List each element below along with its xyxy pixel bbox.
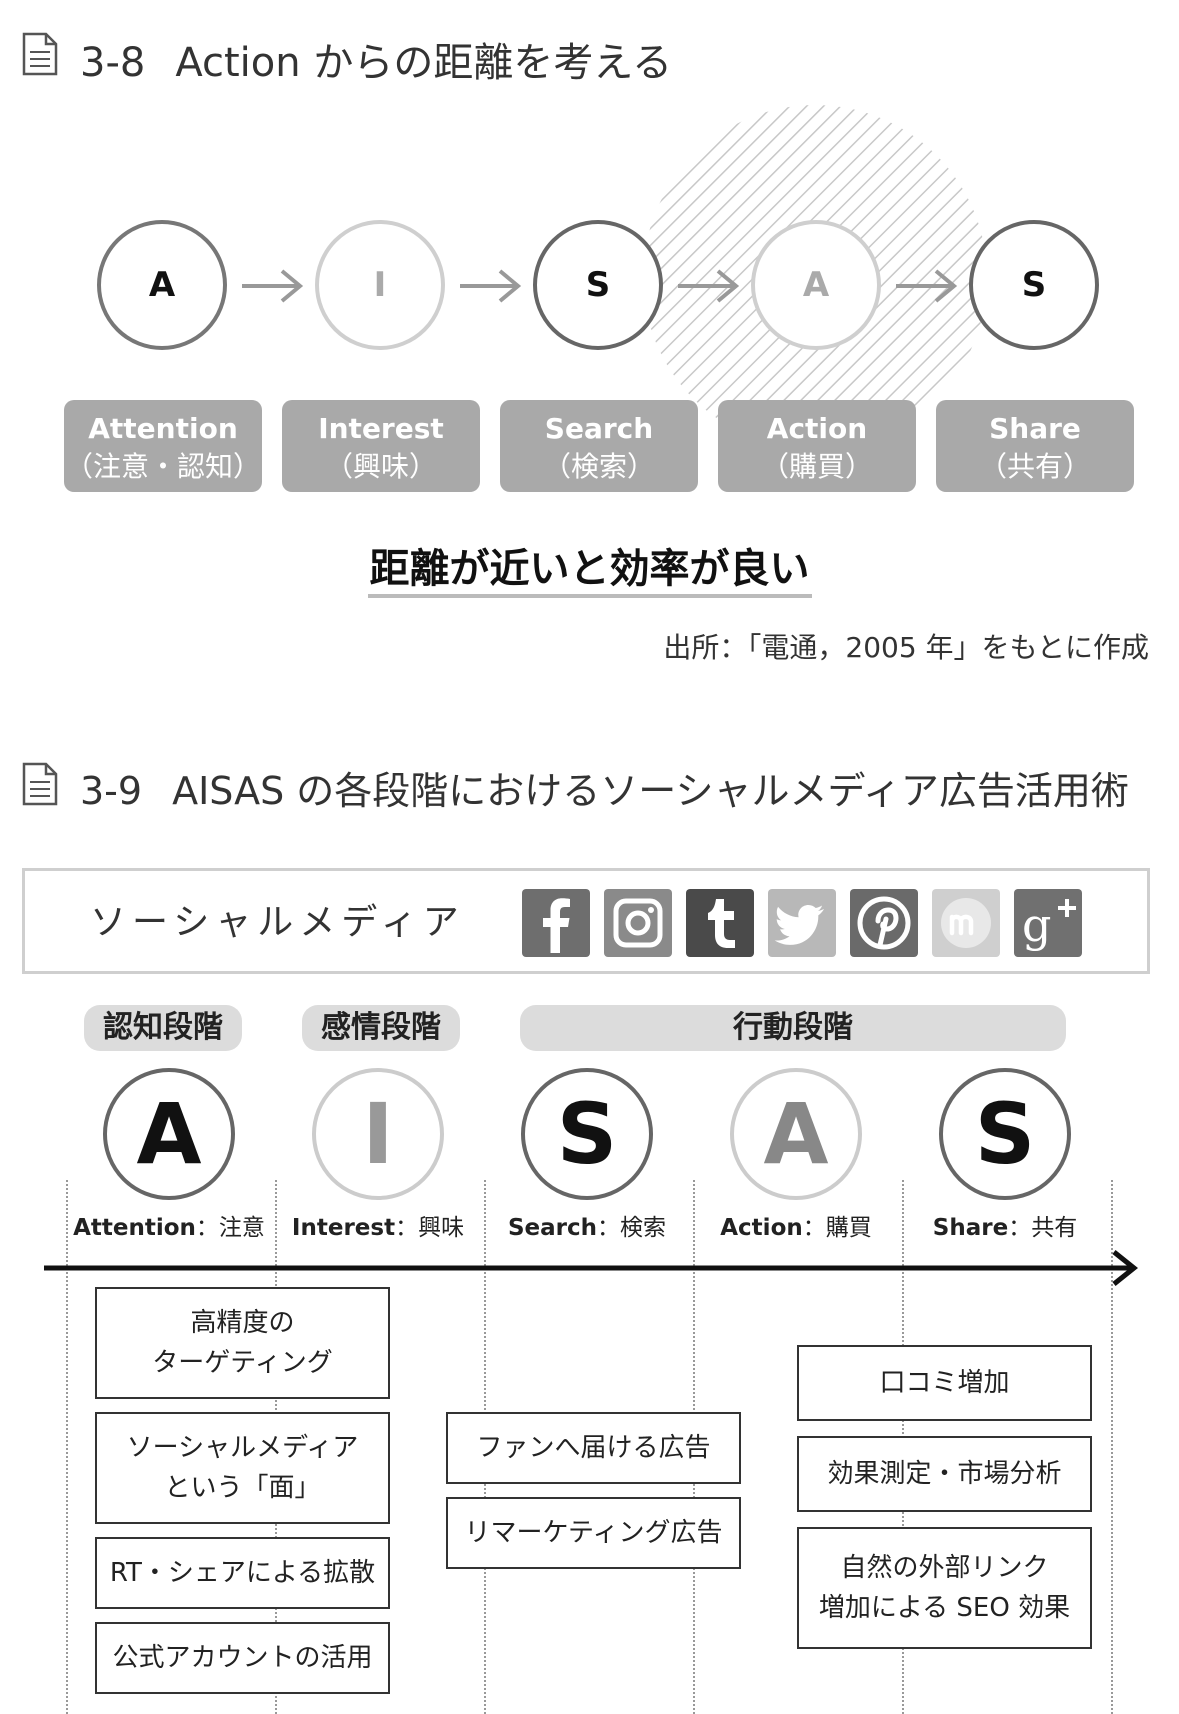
aisas-label-action: Action：購買 bbox=[720, 1215, 872, 1241]
tactic-box-left: 公式アカウントの活用 bbox=[95, 1622, 390, 1694]
tactic-box-right: 自然の外部リンク 増加による SEO 効果 bbox=[797, 1527, 1092, 1649]
arrow-right-icon bbox=[242, 269, 304, 303]
step-circle-interest: I bbox=[315, 220, 445, 350]
aisas-label-search: Search：検索 bbox=[507, 1215, 667, 1241]
mixi-icon bbox=[932, 889, 1000, 957]
aisas-circle-action: A bbox=[730, 1068, 862, 1200]
tactic-box-right: 口コミ増加 bbox=[797, 1345, 1092, 1421]
step-label-interest: Interest （興味） bbox=[282, 400, 480, 492]
aisas-label-attention: Attention：注意 bbox=[73, 1215, 265, 1241]
document-icon bbox=[22, 32, 58, 76]
figure-number: 3-9 bbox=[80, 769, 143, 813]
tactic-box-mid: リマーケティング広告 bbox=[446, 1497, 741, 1569]
figure-title-text: AISAS の各段階におけるソーシャルメディア広告活用術 bbox=[172, 769, 1129, 813]
arrow-right-icon bbox=[896, 269, 958, 303]
step-circle-action: A bbox=[751, 220, 881, 350]
step-label-action: Action （購買） bbox=[718, 400, 916, 492]
pinterest-icon bbox=[850, 889, 918, 957]
aisas-circle-interest: I bbox=[312, 1068, 444, 1200]
tactic-box-left: RT・シェアによる拡散 bbox=[95, 1537, 390, 1609]
step-circle-share: S bbox=[969, 220, 1099, 350]
instagram-icon bbox=[604, 889, 672, 957]
tactic-box-left: ソーシャルメディア という「面」 bbox=[95, 1412, 390, 1524]
tactic-box-mid: ファンへ届ける広告 bbox=[446, 1412, 741, 1484]
timeline-arrow bbox=[44, 1250, 1139, 1286]
figure-title-text: Action からの距離を考える bbox=[175, 40, 673, 86]
figure-3-8-title: 3-8 Action からの距離を考える bbox=[80, 30, 672, 88]
facebook-icon bbox=[522, 889, 590, 957]
stage-emotion: 感情段階 bbox=[302, 1005, 460, 1051]
source-note: 出所：「電通，2005 年」をもとに作成 bbox=[663, 631, 1149, 664]
aisas-label-interest: Interest：興味 bbox=[291, 1215, 465, 1241]
tumblr-icon bbox=[686, 889, 754, 957]
social-media-box: ソーシャルメディア g bbox=[22, 868, 1150, 974]
figure-number: 3-8 bbox=[80, 40, 146, 86]
step-label-search: Search （検索） bbox=[500, 400, 698, 492]
aisas-circle-attention: A bbox=[103, 1068, 235, 1200]
step-circle-search: S bbox=[533, 220, 663, 350]
aisas-circle-search: S bbox=[521, 1068, 653, 1200]
figure-3-9-title: 3-9 AISAS の各段階におけるソーシャルメディア広告活用術 bbox=[80, 760, 1129, 815]
stage-recognition: 認知段階 bbox=[84, 1005, 242, 1051]
aisas-label-share: Share：共有 bbox=[932, 1215, 1078, 1241]
stage-action: 行動段階 bbox=[520, 1005, 1066, 1051]
svg-text:g: g bbox=[1022, 898, 1051, 952]
aisas-circle-share: S bbox=[939, 1068, 1071, 1200]
tactic-box-right: 効果測定・市場分析 bbox=[797, 1436, 1092, 1512]
tagline: 距離が近いと効率が良い bbox=[0, 536, 1179, 598]
step-circle-attention: A bbox=[97, 220, 227, 350]
arrow-right-icon bbox=[678, 269, 740, 303]
google-plus-icon: g bbox=[1014, 889, 1082, 957]
social-media-label: ソーシャルメディア bbox=[90, 902, 465, 943]
step-label-attention: Attention （注意・認知） bbox=[64, 400, 262, 492]
arrow-right-icon bbox=[460, 269, 522, 303]
step-label-share: Share （共有） bbox=[936, 400, 1134, 492]
tactic-box-left: 高精度の ターゲティング bbox=[95, 1287, 390, 1399]
document-icon bbox=[22, 762, 58, 806]
twitter-icon bbox=[768, 889, 836, 957]
